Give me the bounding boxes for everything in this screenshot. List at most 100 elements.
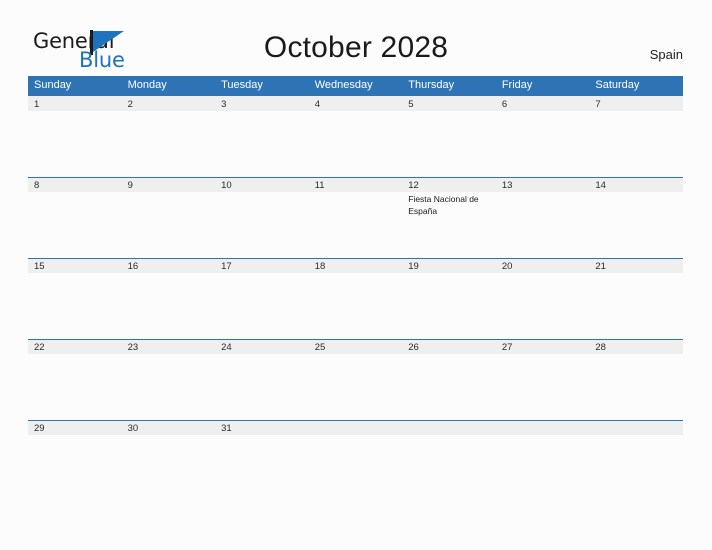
day-cell-inner: 18 <box>308 258 403 339</box>
day-cell-inner: 7 <box>589 96 683 177</box>
calendar-week-row: 8 9 10 11 12 Fiesta Nacional de España 13 14 <box>28 177 683 258</box>
calendar-day-cell[interactable]: 28 <box>589 339 683 420</box>
day-cell-inner: 15 <box>28 258 122 339</box>
day-number: 11 <box>308 177 403 192</box>
holiday-event: Fiesta Nacional de España <box>408 194 479 216</box>
calendar-day-cell[interactable]: 14 <box>589 177 683 258</box>
day-number: 18 <box>308 258 403 273</box>
day-cell-inner: 16 <box>121 258 216 339</box>
calendar-day-cell[interactable]: 8 <box>28 177 122 258</box>
page-title: October 2028 <box>263 31 449 64</box>
calendar-empty-cell <box>308 420 403 501</box>
day-cell-inner: 29 <box>28 420 122 501</box>
day-cell-inner: 5 <box>402 96 496 177</box>
calendar-day-cell[interactable]: 9 <box>121 177 216 258</box>
calendar-day-cell[interactable]: 26 <box>402 339 496 420</box>
day-cell-inner <box>495 420 590 501</box>
day-cell-inner: 8 <box>28 177 122 258</box>
day-number: 8 <box>28 177 122 192</box>
day-number: 26 <box>402 339 496 354</box>
day-number <box>589 420 683 435</box>
calendar-day-cell[interactable]: 16 <box>121 258 216 339</box>
day-cell-inner: 11 <box>308 177 403 258</box>
day-cell-inner: 12 Fiesta Nacional de España <box>402 177 496 258</box>
day-cell-inner: 9 <box>121 177 216 258</box>
calendar-day-cell[interactable]: 19 <box>402 258 496 339</box>
day-number: 6 <box>495 96 590 111</box>
calendar-day-cell[interactable]: 10 <box>215 177 309 258</box>
day-number: 15 <box>28 258 122 273</box>
calendar-week-row: 15 16 17 18 19 20 21 <box>28 258 683 339</box>
calendar-body: 1 2 3 4 5 6 7 8 9 10 11 12 Fiesta Nacional de España… <box>28 96 683 501</box>
day-number <box>308 420 403 435</box>
country-label: Spain <box>649 47 683 62</box>
day-cell-inner: 14 <box>589 177 683 258</box>
calendar-day-cell[interactable]: 7 <box>589 96 683 177</box>
calendar-day-cell[interactable]: 25 <box>308 339 403 420</box>
day-number: 7 <box>589 96 683 111</box>
calendar-day-cell[interactable]: 31 <box>215 420 309 501</box>
calendar-empty-cell <box>402 420 496 501</box>
calendar-table: Sunday Monday Tuesday Wednesday Thursday Frid… <box>28 76 683 501</box>
day-cell-inner: 26 <box>402 339 496 420</box>
calendar-day-cell[interactable]: 11 <box>308 177 403 258</box>
day-cell-inner: 19 <box>402 258 496 339</box>
weekday-header-monday: Monday <box>121 76 216 96</box>
day-events: Fiesta Nacional de España <box>402 192 496 217</box>
day-number: 24 <box>215 339 309 354</box>
calendar-week-row: 29 30 31 <box>28 420 683 501</box>
day-number: 5 <box>402 96 496 111</box>
day-cell-inner: 31 <box>215 420 309 501</box>
calendar-day-cell[interactable]: 29 <box>28 420 122 501</box>
day-number: 30 <box>121 420 216 435</box>
weekday-header-sunday: Sunday <box>28 76 122 96</box>
calendar-day-cell[interactable]: 27 <box>495 339 590 420</box>
calendar-day-cell[interactable]: 18 <box>308 258 403 339</box>
calendar-day-cell[interactable]: 2 <box>121 96 216 177</box>
calendar-day-cell[interactable]: 30 <box>121 420 216 501</box>
day-number: 23 <box>121 339 216 354</box>
day-cell-inner: 2 <box>121 96 216 177</box>
calendar-day-cell[interactable]: 13 <box>495 177 590 258</box>
day-number: 17 <box>215 258 309 273</box>
day-cell-inner: 4 <box>308 96 403 177</box>
day-cell-inner <box>402 420 496 501</box>
calendar-header-row: Sunday Monday Tuesday Wednesday Thursday Frid… <box>28 76 683 96</box>
calendar-day-cell[interactable]: 1 <box>28 96 122 177</box>
day-cell-inner: 20 <box>495 258 590 339</box>
calendar-day-cell[interactable]: 5 <box>402 96 496 177</box>
day-number: 22 <box>28 339 122 354</box>
calendar-day-cell[interactable]: 21 <box>589 258 683 339</box>
day-number: 13 <box>495 177 590 192</box>
calendar-day-cell[interactable]: 6 <box>495 96 590 177</box>
day-number: 31 <box>215 420 309 435</box>
calendar-day-cell[interactable]: 15 <box>28 258 122 339</box>
calendar-day-cell[interactable]: 22 <box>28 339 122 420</box>
day-cell-inner: 28 <box>589 339 683 420</box>
day-cell-inner: 23 <box>121 339 216 420</box>
day-cell-inner: 10 <box>215 177 309 258</box>
day-number: 4 <box>308 96 403 111</box>
calendar-day-cell[interactable]: 17 <box>215 258 309 339</box>
weekday-header-friday: Friday <box>495 76 590 96</box>
day-number: 20 <box>495 258 590 273</box>
day-number: 27 <box>495 339 590 354</box>
day-number <box>402 420 496 435</box>
calendar-week-row: 22 23 24 25 26 27 28 <box>28 339 683 420</box>
calendar-day-cell[interactable]: 23 <box>121 339 216 420</box>
day-cell-inner: 21 <box>589 258 683 339</box>
day-number: 12 <box>402 177 496 192</box>
calendar-day-cell[interactable]: 12 Fiesta Nacional de España <box>402 177 496 258</box>
day-cell-inner: 30 <box>121 420 216 501</box>
calendar-day-cell[interactable]: 20 <box>495 258 590 339</box>
weekday-header-tuesday: Tuesday <box>215 76 309 96</box>
calendar-day-cell[interactable]: 3 <box>215 96 309 177</box>
day-number: 2 <box>121 96 216 111</box>
calendar-empty-cell <box>495 420 590 501</box>
calendar-day-cell[interactable]: 24 <box>215 339 309 420</box>
day-cell-inner: 6 <box>495 96 590 177</box>
page-header: General Blue October 2028 Spain <box>0 0 712 76</box>
calendar-day-cell[interactable]: 4 <box>308 96 403 177</box>
day-cell-inner: 3 <box>215 96 309 177</box>
day-cell-inner: 13 <box>495 177 590 258</box>
